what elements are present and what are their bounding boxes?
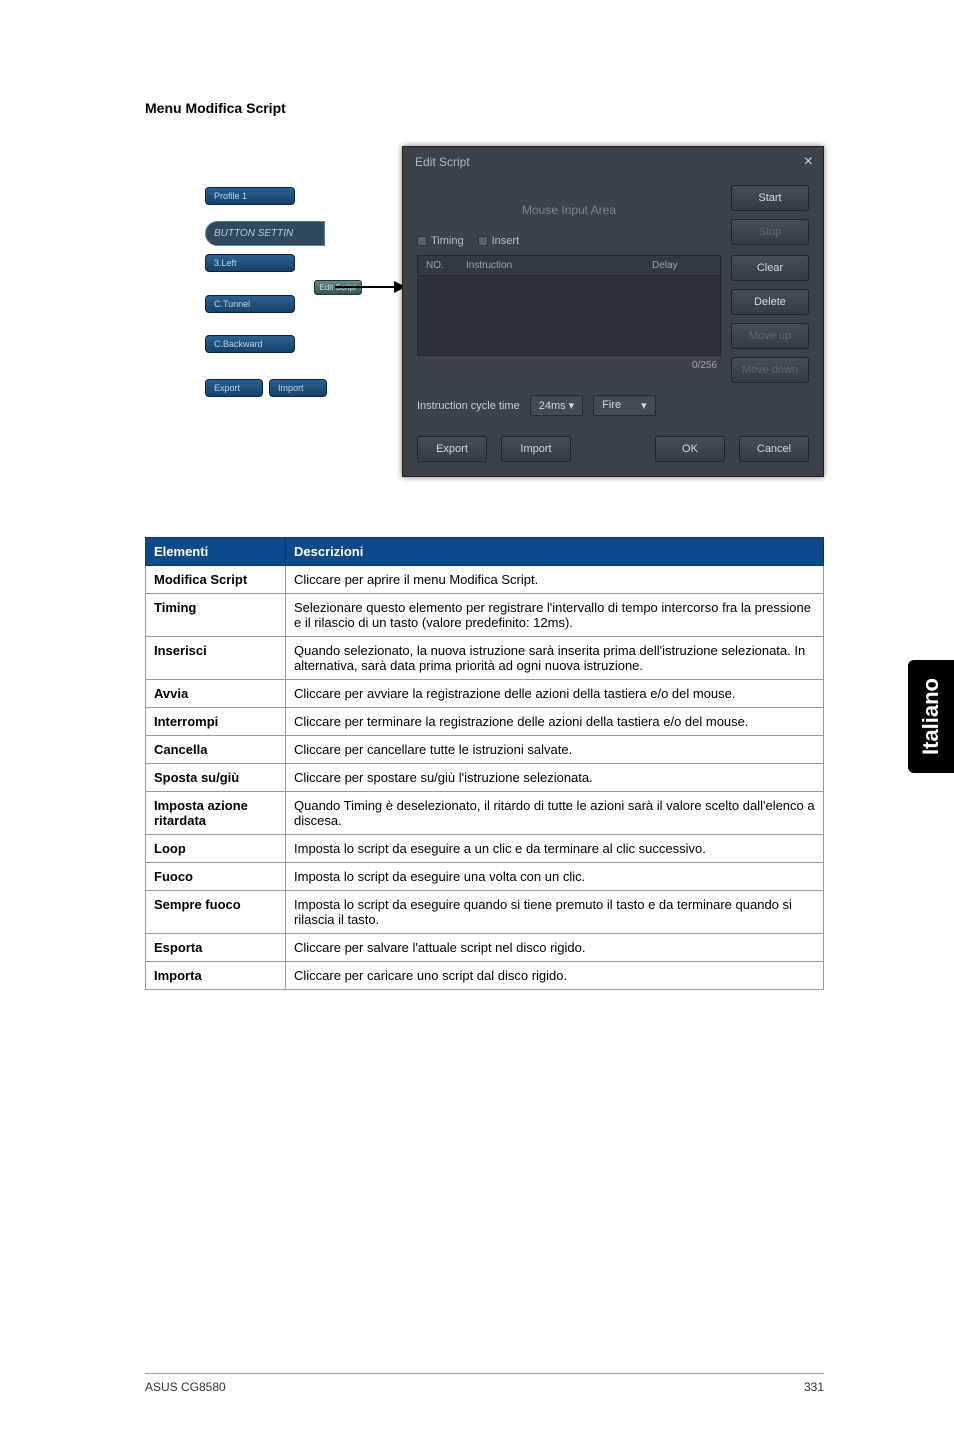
lp-export[interactable]: Export <box>205 379 263 397</box>
table-cell-key: Esporta <box>146 934 286 962</box>
table-row: LoopImposta lo script da eseguire a un c… <box>146 835 824 863</box>
import-button[interactable]: Import <box>501 436 571 462</box>
footer-model: ASUS CG8580 <box>145 1380 226 1394</box>
cycle-time-label: Instruction cycle time <box>417 400 520 412</box>
edit-script-dialog: Edit Script × Mouse Input Area Timing In… <box>402 146 824 477</box>
footer-page-number: 331 <box>804 1380 824 1394</box>
table-row: EsportaCliccare per salvare l'attuale sc… <box>146 934 824 962</box>
timing-label: Timing <box>431 235 464 247</box>
table-cell-value: Imposta lo script da eseguire quando si … <box>286 891 824 934</box>
table-row: Sempre fuocoImposta lo script da eseguir… <box>146 891 824 934</box>
table-cell-value: Cliccare per avviare la registrazione de… <box>286 680 824 708</box>
dialog-title: Edit Script <box>415 155 470 169</box>
timing-checkbox[interactable]: Timing <box>417 235 464 247</box>
insert-checkbox[interactable]: Insert <box>478 235 520 247</box>
profile-button[interactable]: Profile 1 <box>205 187 295 205</box>
definitions-table: Elementi Descrizioni Modifica ScriptClic… <box>145 537 824 990</box>
arrow-icon <box>335 286 405 288</box>
insert-label: Insert <box>492 235 520 247</box>
language-tab: Italiano <box>908 660 954 773</box>
ok-button[interactable]: OK <box>655 436 725 462</box>
table-row: Sposta su/giùCliccare per spostare su/gi… <box>146 764 824 792</box>
close-icon[interactable]: × <box>804 153 813 171</box>
cycle-time-select[interactable]: 24ms ▾ <box>530 395 583 416</box>
table-cell-value: Cliccare per aprire il menu Modifica Scr… <box>286 566 824 594</box>
table-cell-value: Imposta lo script da eseguire una volta … <box>286 863 824 891</box>
lp-btn-backward[interactable]: C.Backward <box>205 335 295 353</box>
col-delay: Delay <box>652 260 712 271</box>
table-header-descrizioni: Descrizioni <box>286 538 824 566</box>
table-cell-value: Selezionare questo elemento per registra… <box>286 594 824 637</box>
table-row: FuocoImposta lo script da eseguire una v… <box>146 863 824 891</box>
move-up-button[interactable]: Move up <box>731 323 809 349</box>
table-cell-key: Timing <box>146 594 286 637</box>
mode-value: Fire <box>602 399 621 412</box>
table-cell-key: Importa <box>146 962 286 990</box>
instruction-list[interactable] <box>417 276 721 356</box>
export-button[interactable]: Export <box>417 436 487 462</box>
table-cell-key: Loop <box>146 835 286 863</box>
table-cell-key: Modifica Script <box>146 566 286 594</box>
table-cell-value: Quando selezionato, la nuova istruzione … <box>286 637 824 680</box>
screenshot-composite: Profile 1 BUTTON SETTIN 3.Left Edit Scri… <box>205 146 824 477</box>
page-footer: ASUS CG8580 331 <box>145 1373 824 1394</box>
table-cell-value: Quando Timing è deselezionato, il ritard… <box>286 792 824 835</box>
table-cell-value: Imposta lo script da eseguire a un clic … <box>286 835 824 863</box>
lp-import[interactable]: Import <box>269 379 327 397</box>
lp-btn-left[interactable]: 3.Left <box>205 254 295 272</box>
dialog-title-bar: Edit Script × <box>403 147 823 177</box>
table-cell-key: Fuoco <box>146 863 286 891</box>
table-row: Imposta azione ritardataQuando Timing è … <box>146 792 824 835</box>
lp-btn-tunnel[interactable]: C.Tunnel <box>205 295 295 313</box>
button-settings-banner: BUTTON SETTIN <box>205 221 325 246</box>
clear-button[interactable]: Clear <box>731 255 809 281</box>
table-row: ImportaCliccare per caricare uno script … <box>146 962 824 990</box>
table-cell-key: Inserisci <box>146 637 286 680</box>
cancel-button[interactable]: Cancel <box>739 436 809 462</box>
table-row: Modifica ScriptCliccare per aprire il me… <box>146 566 824 594</box>
table-row: InserisciQuando selezionato, la nuova is… <box>146 637 824 680</box>
delete-button[interactable]: Delete <box>731 289 809 315</box>
move-down-button[interactable]: Move down <box>731 357 809 383</box>
col-no: NO. <box>426 260 466 271</box>
table-header-elementi: Elementi <box>146 538 286 566</box>
chevron-down-icon: ▾ <box>641 399 647 412</box>
table-cell-value: Cliccare per spostare su/giù l'istruzion… <box>286 764 824 792</box>
start-button[interactable]: Start <box>731 185 809 211</box>
table-cell-value: Cliccare per salvare l'attuale script ne… <box>286 934 824 962</box>
table-cell-key: Imposta azione ritardata <box>146 792 286 835</box>
instruction-counter: 0/256 <box>417 356 721 371</box>
table-cell-key: Sempre fuoco <box>146 891 286 934</box>
table-row: TimingSelezionare questo elemento per re… <box>146 594 824 637</box>
table-cell-value: Cliccare per terminare la registrazione … <box>286 708 824 736</box>
table-cell-key: Avvia <box>146 680 286 708</box>
table-cell-value: Cliccare per cancellare tutte le istruzi… <box>286 736 824 764</box>
table-cell-key: Sposta su/giù <box>146 764 286 792</box>
col-instruction: Instruction <box>466 260 652 271</box>
table-cell-key: Interrompi <box>146 708 286 736</box>
table-row: InterrompiCliccare per terminare la regi… <box>146 708 824 736</box>
table-row: AvviaCliccare per avviare la registrazio… <box>146 680 824 708</box>
table-row: CancellaCliccare per cancellare tutte le… <box>146 736 824 764</box>
section-title: Menu Modifica Script <box>145 100 824 116</box>
table-cell-value: Cliccare per caricare uno script dal dis… <box>286 962 824 990</box>
left-panel: Profile 1 BUTTON SETTIN 3.Left Edit Scri… <box>205 146 362 405</box>
stop-button[interactable]: Stop <box>731 219 809 245</box>
table-cell-key: Cancella <box>146 736 286 764</box>
mouse-input-area[interactable]: Mouse Input Area <box>417 185 721 231</box>
mode-select[interactable]: Fire ▾ <box>593 395 655 416</box>
instruction-list-header: NO. Instruction Delay <box>417 255 721 276</box>
